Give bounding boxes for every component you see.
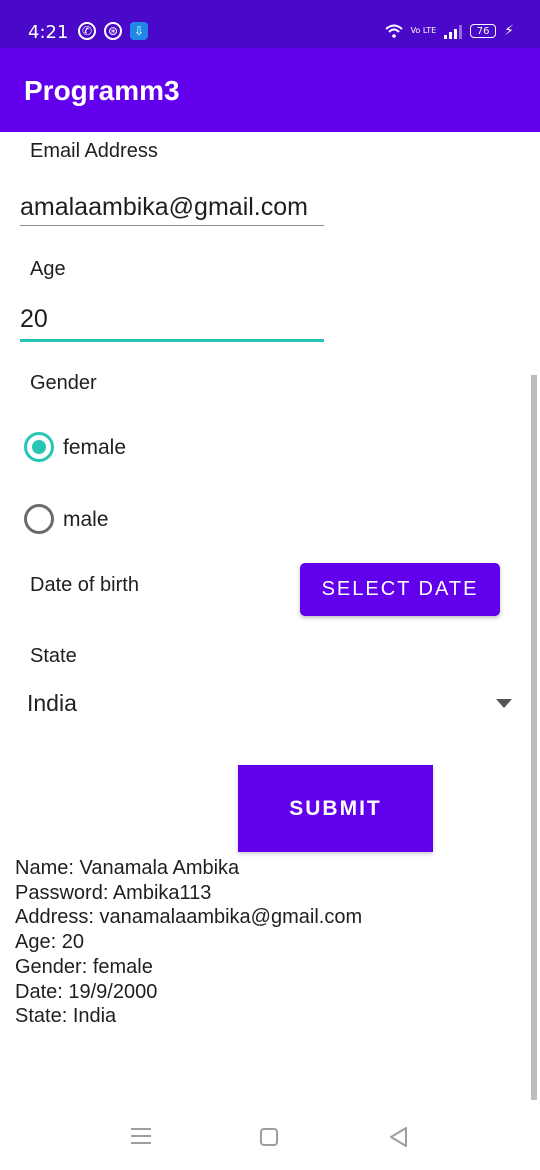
email-underline <box>20 225 324 226</box>
email-field-container <box>20 189 324 229</box>
email-label: Email Address <box>30 140 158 162</box>
charging-icon: ⚡ <box>504 23 514 39</box>
battery-icon: 76 <box>470 24 497 38</box>
app-title: Programm3 <box>24 75 180 106</box>
recent-apps-icon[interactable] <box>131 1128 151 1149</box>
male-radio[interactable] <box>24 504 54 534</box>
female-radio-label[interactable]: female <box>63 436 126 460</box>
status-bar: 4:21 ✆ ⊛ ⇩ Vo LTE 76 ⚡ <box>0 0 540 48</box>
result-state: State: India <box>15 1005 117 1028</box>
gender-label: Gender <box>30 372 97 394</box>
back-icon[interactable] <box>388 1126 408 1153</box>
result-age: Age: 20 <box>15 931 84 954</box>
state-spinner[interactable]: India <box>27 690 77 717</box>
signal-icon <box>444 23 463 39</box>
age-field[interactable] <box>20 301 324 337</box>
result-gender: Gender: female <box>15 955 153 978</box>
female-radio[interactable] <box>24 432 54 462</box>
result-text: Name: Vanamala Ambika Password: Ambika11… <box>15 856 362 1029</box>
dob-label: Date of birth <box>30 574 139 596</box>
usb-icon: ⇩ <box>130 22 148 40</box>
status-time: 4:21 <box>28 22 69 43</box>
system-icons: Vo LTE 76 ⚡ <box>384 22 514 40</box>
result-password: Password: Ambika113 <box>15 881 212 904</box>
male-radio-label[interactable]: male <box>63 508 109 532</box>
volte-icon: Vo LTE <box>410 26 437 35</box>
scrollbar[interactable] <box>531 375 537 1100</box>
home-icon[interactable] <box>260 1128 278 1146</box>
age-field-container <box>20 301 324 341</box>
result-date: Date: 19/9/2000 <box>15 980 158 1003</box>
notification-icons: ✆ ⊛ ⇩ <box>78 22 148 40</box>
age-label: Age <box>30 258 66 280</box>
navigation-bar <box>0 1110 540 1170</box>
app-notification-icon: ⊛ <box>104 22 122 40</box>
age-underline <box>20 339 324 342</box>
select-date-button[interactable]: SELECT DATE <box>300 563 500 616</box>
state-label: State <box>30 645 77 667</box>
result-address: Address: vanamalaambika@gmail.com <box>15 906 363 929</box>
dropdown-arrow-icon[interactable] <box>496 699 512 708</box>
whatsapp-icon: ✆ <box>78 22 96 40</box>
wifi-icon <box>384 22 403 40</box>
app-bar: Programm3 <box>0 48 540 132</box>
result-name: Name: Vanamala Ambika <box>15 857 240 879</box>
submit-button[interactable]: SUBMIT <box>238 765 433 852</box>
email-field[interactable] <box>20 189 324 225</box>
